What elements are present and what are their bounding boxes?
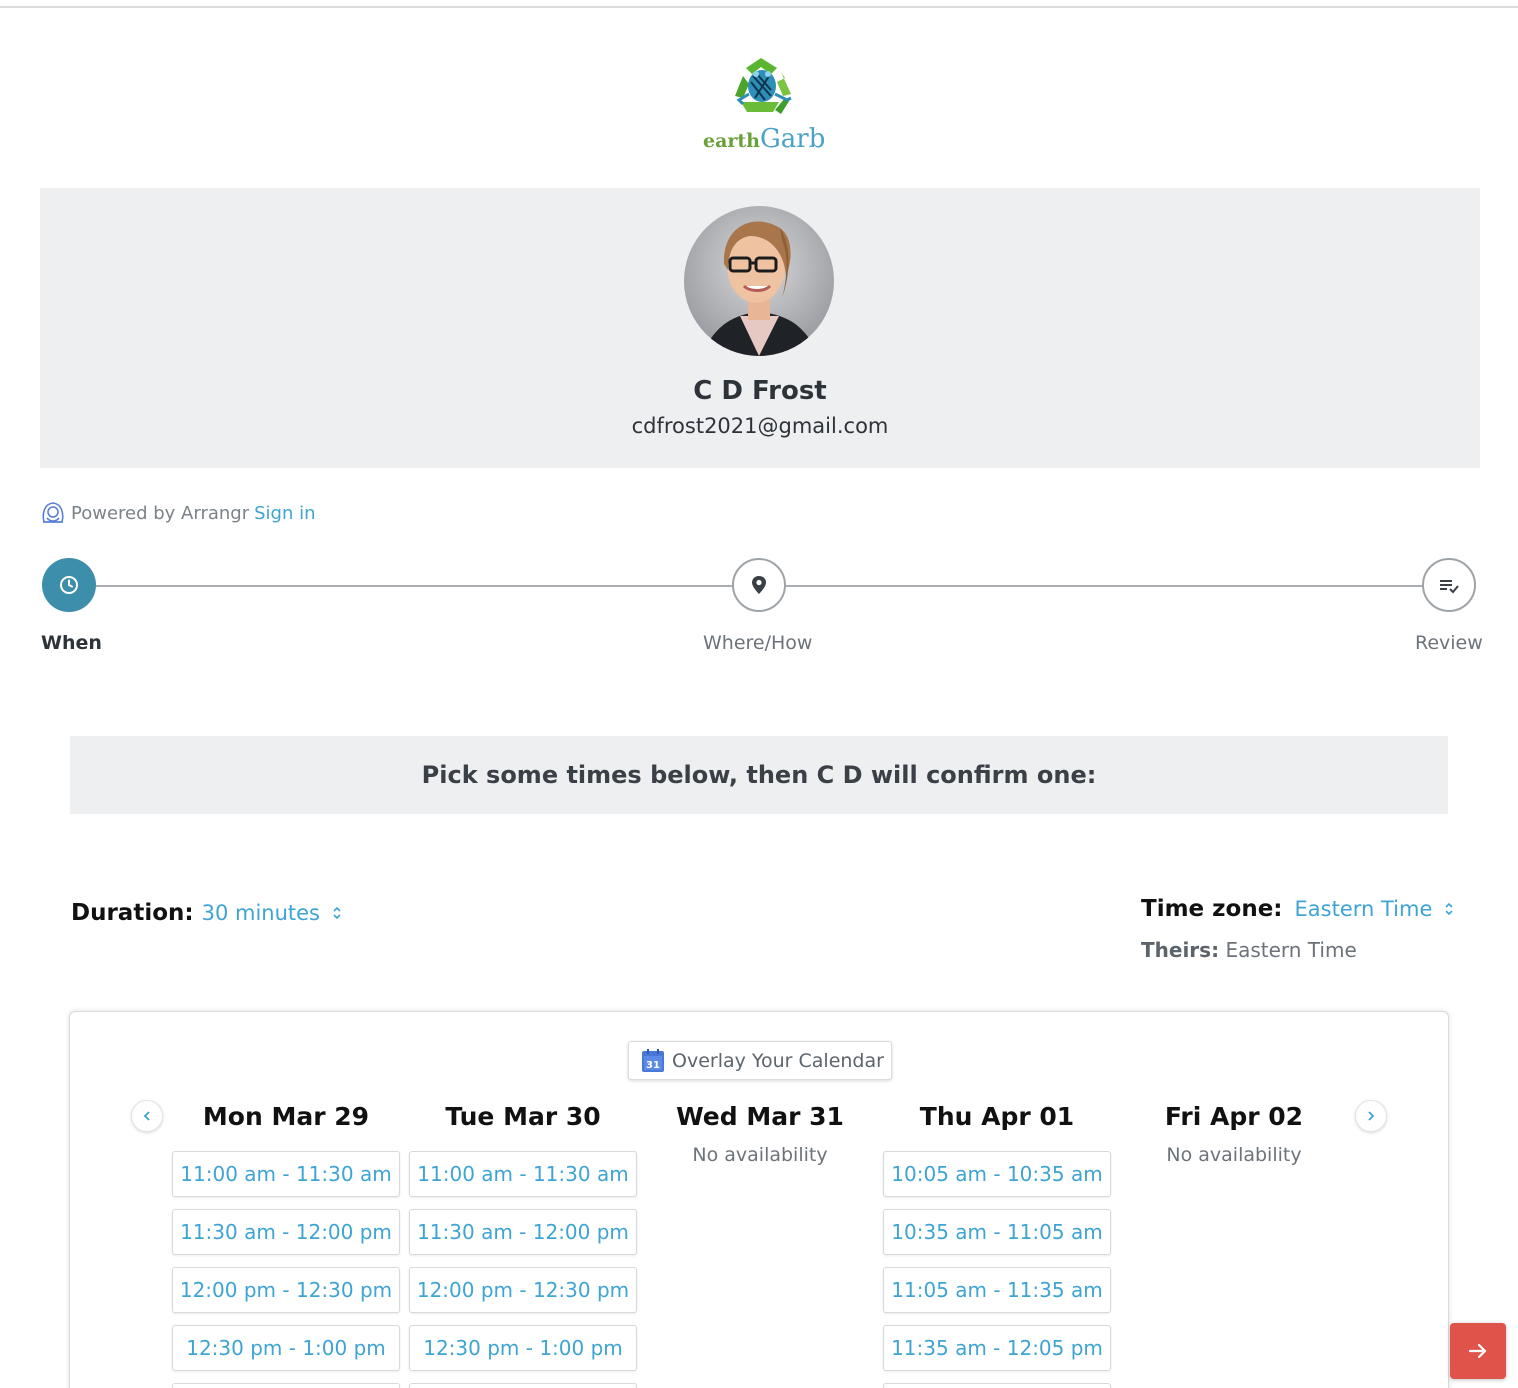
their-timezone-value: Eastern Time (1225, 938, 1357, 962)
instruction-banner: Pick some times below, then C D will con… (70, 736, 1448, 814)
no-availability-text: No availability (1166, 1144, 1302, 1166)
time-slot[interactable]: 11:35 am - 12:05 pm (883, 1325, 1111, 1371)
duration-label: Duration: (71, 900, 194, 926)
step-connector (96, 585, 733, 587)
day-column-wed: Wed Mar 31 No availability (646, 1102, 874, 1166)
timezone-label: Time zone: (1141, 896, 1283, 922)
previous-week-button[interactable] (131, 1100, 163, 1132)
logo-wordmark: earthGarb (703, 124, 825, 154)
time-slot[interactable]: 11:05 am - 11:35 am (883, 1267, 1111, 1313)
chevron-updown-icon[interactable] (332, 904, 342, 922)
their-timezone-label: Theirs: (1141, 938, 1220, 962)
powered-by: Powered by Arrangr Sign in (40, 500, 316, 526)
arrow-right-icon (1468, 1343, 1487, 1359)
review-list-icon (1440, 580, 1459, 594)
day-column-tue: Tue Mar 30 11:00 am - 11:30 am 11:30 am … (409, 1102, 637, 1388)
sign-in-link[interactable]: Sign in (254, 503, 315, 524)
time-slot[interactable]: 11:00 am - 11:30 am (172, 1151, 400, 1197)
next-week-button[interactable] (1355, 1100, 1387, 1132)
time-slot[interactable]: 10:35 am - 11:05 am (883, 1209, 1111, 1255)
step-connector (786, 585, 1423, 587)
step-where-how[interactable] (732, 558, 786, 612)
time-slot[interactable]: 11:00 am - 11:30 am (409, 1151, 637, 1197)
google-calendar-icon: 31 (642, 1048, 664, 1072)
step-review[interactable] (1422, 558, 1476, 612)
step-when[interactable] (42, 558, 96, 612)
profile-email: cdfrost2021@gmail.com (631, 414, 889, 438)
duration-control: Duration: 30 minutes (71, 900, 342, 926)
timezone-control: Time zone: Eastern Time (1141, 896, 1454, 922)
day-header: Wed Mar 31 (676, 1102, 844, 1131)
overlay-calendar-button[interactable]: 31 Overlay Your Calendar (628, 1041, 892, 1080)
overlay-calendar-label: Overlay Your Calendar (672, 1049, 884, 1072)
step-label-review: Review (1415, 632, 1483, 654)
day-header: Mon Mar 29 (202, 1102, 370, 1131)
time-slot[interactable] (883, 1383, 1111, 1388)
chevron-updown-icon[interactable] (1444, 900, 1454, 918)
arrangr-logo-icon (42, 502, 64, 523)
timezone-select[interactable]: Eastern Time (1295, 897, 1433, 921)
day-column-mon: Mon Mar 29 11:00 am - 11:30 am 11:30 am … (172, 1102, 400, 1388)
their-timezone: Theirs: Eastern Time (1141, 938, 1357, 962)
clock-icon (60, 576, 78, 594)
avatar-photo-icon (684, 206, 834, 356)
google-calendar-icon-text: 31 (646, 1060, 660, 1071)
no-availability-text: No availability (692, 1144, 828, 1166)
chevron-right-icon (1368, 1111, 1375, 1121)
next-step-button[interactable] (1450, 1323, 1506, 1379)
step-label-where-how: Where/How (703, 632, 813, 654)
time-slot[interactable]: 12:00 pm - 12:30 pm (172, 1267, 400, 1313)
day-column-fri: Fri Apr 02 No availability (1120, 1102, 1348, 1166)
time-slot[interactable] (172, 1383, 400, 1388)
powered-by-text: Powered by Arrangr (71, 502, 250, 524)
time-slot[interactable]: 12:30 pm - 1:00 pm (409, 1325, 637, 1371)
time-slot[interactable] (409, 1383, 637, 1388)
company-logo: earthGarb (695, 48, 825, 158)
day-header: Tue Mar 30 (445, 1102, 601, 1131)
chevron-left-icon (143, 1111, 150, 1121)
day-header: Thu Apr 01 (919, 1102, 1075, 1131)
avatar (684, 206, 834, 356)
profile-header: C D Frost cdfrost2021@gmail.com (40, 188, 1480, 468)
logo-text-earth: earth (703, 130, 760, 152)
step-label-when: When (41, 632, 102, 654)
time-slot[interactable]: 12:00 pm - 12:30 pm (409, 1267, 637, 1313)
time-slot[interactable]: 11:30 am - 12:00 pm (172, 1209, 400, 1255)
profile-name: C D Frost (693, 376, 827, 406)
time-slot[interactable]: 10:05 am - 10:35 am (883, 1151, 1111, 1197)
recycle-frog-logo-icon (735, 58, 792, 114)
time-slot[interactable]: 12:30 pm - 1:00 pm (172, 1325, 400, 1371)
day-column-thu: Thu Apr 01 10:05 am - 10:35 am 10:35 am … (883, 1102, 1111, 1388)
availability-calendar: 31 Overlay Your Calendar Mon Mar 29 11:0… (69, 1011, 1449, 1388)
time-slot[interactable]: 11:30 am - 12:00 pm (409, 1209, 637, 1255)
day-header: Fri Apr 02 (1164, 1102, 1304, 1131)
duration-select[interactable]: 30 minutes (202, 901, 320, 925)
location-pin-icon (752, 576, 766, 594)
top-divider (0, 6, 1518, 8)
logo-text-garb: Garb (760, 124, 826, 154)
